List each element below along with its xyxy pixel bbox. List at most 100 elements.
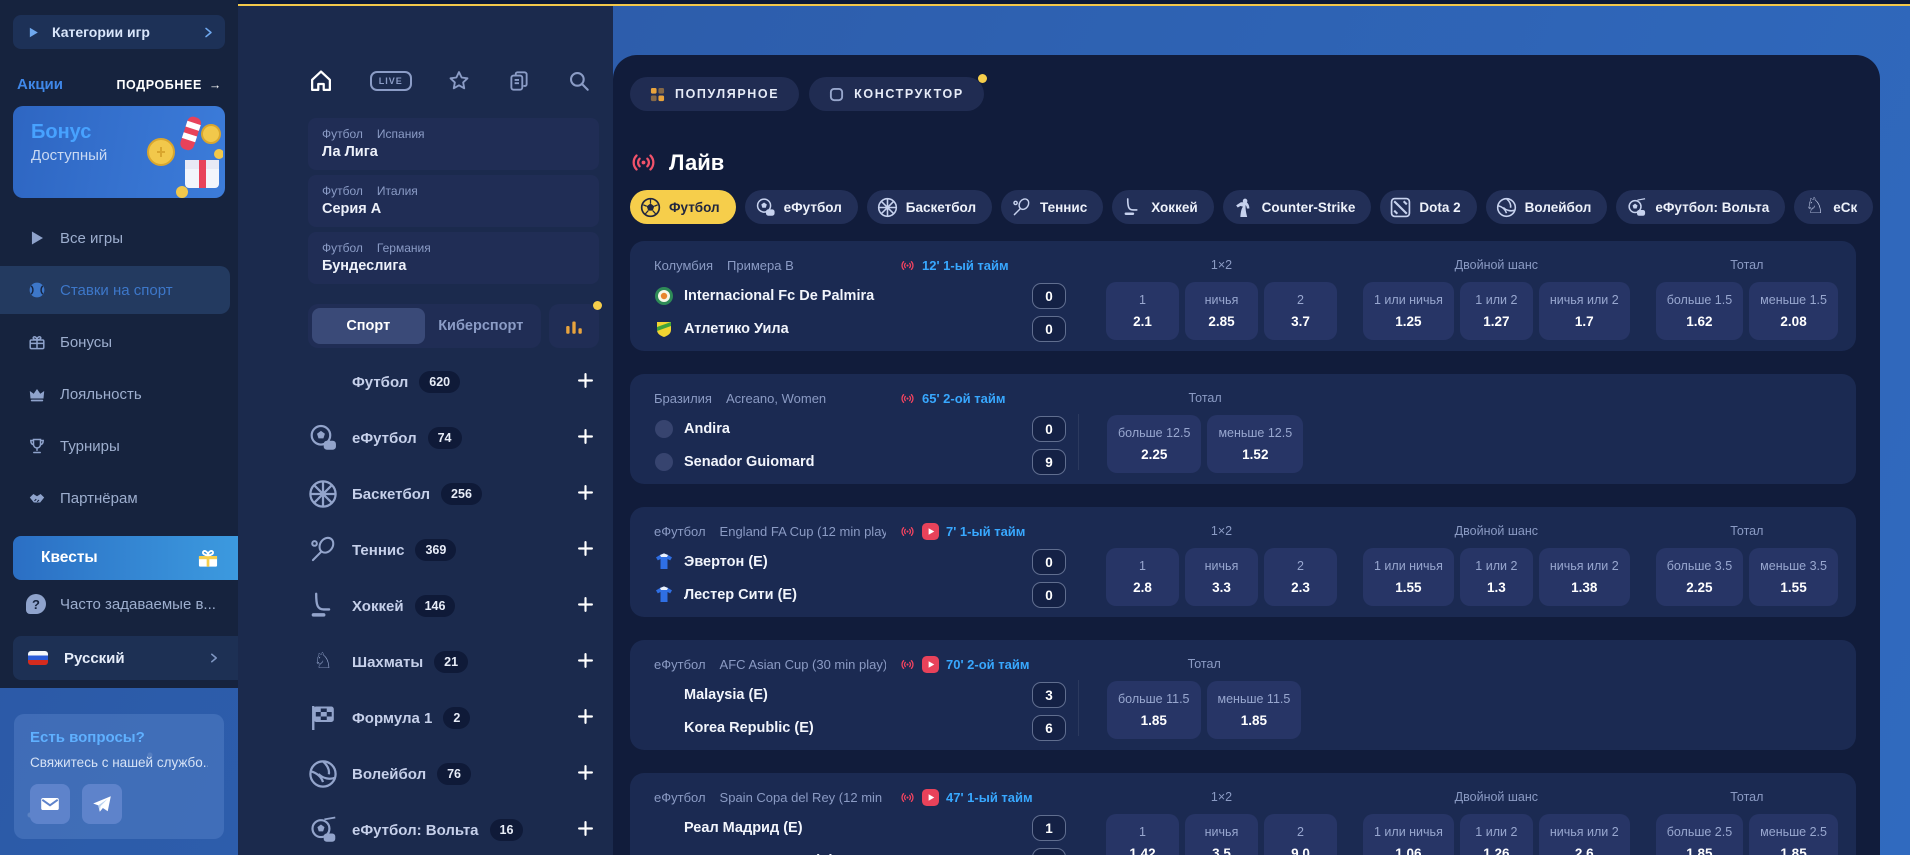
- odds-cell[interactable]: ничья или 2 2.6: [1538, 814, 1630, 855]
- promos-more-link[interactable]: ПОДРОБНЕЕ →: [116, 78, 222, 92]
- email-button[interactable]: [30, 784, 70, 824]
- team-crest-icon: [654, 419, 674, 439]
- sport-list-item[interactable]: Формула 1 2: [308, 690, 599, 746]
- match-info: еФутбол Spain Copa del Rey (12 min play)…: [654, 785, 1066, 855]
- odds-cell[interactable]: ничья или 2 1.38: [1538, 548, 1630, 606]
- odds-cell[interactable]: 1 или 2 1.3: [1459, 548, 1533, 606]
- sport-filter-pill[interactable]: Dota 2: [1380, 190, 1477, 224]
- expand-sport-button[interactable]: [578, 765, 599, 783]
- sidebar-menu-item[interactable]: Турниры: [0, 422, 230, 470]
- sidebar-menu-item[interactable]: Партнёрам: [0, 474, 230, 522]
- plus-icon: [578, 653, 593, 668]
- odds-cell[interactable]: ничья или 2 1.7: [1538, 282, 1630, 340]
- sport-filter-pill[interactable]: Counter-Strike: [1222, 190, 1372, 224]
- odds-cell[interactable]: 2 9.0: [1264, 814, 1337, 855]
- live-icon[interactable]: LIVE: [369, 71, 412, 91]
- odds-cell[interactable]: ничья 3.3: [1185, 548, 1258, 606]
- odds-cell[interactable]: меньше 12.5 1.52: [1207, 415, 1304, 473]
- bonus-banner[interactable]: Бонус Доступный: [13, 106, 225, 198]
- tab-popular[interactable]: ПОПУЛЯРНОЕ: [630, 77, 800, 111]
- quick-league-link[interactable]: Футбол Испания Ла Лига: [308, 118, 599, 170]
- odds-cell[interactable]: больше 11.5 1.85: [1107, 681, 1201, 739]
- expand-sport-button[interactable]: [578, 429, 599, 447]
- expand-sport-button[interactable]: [578, 597, 599, 615]
- sport-list-item[interactable]: Баскетбол 256: [308, 466, 599, 522]
- match-card[interactable]: еФутбол AFC Asian Cup (30 min play) 70' …: [630, 640, 1856, 750]
- sidebar-menu-item[interactable]: Лояльность: [0, 370, 230, 418]
- home-icon[interactable]: [308, 68, 334, 94]
- expand-sport-button[interactable]: [578, 653, 599, 671]
- odds-cell[interactable]: больше 2.5 1.85: [1655, 814, 1744, 855]
- odds-cell[interactable]: 1 2.1: [1106, 282, 1179, 340]
- promos-more-label: ПОДРОБНЕЕ: [116, 77, 202, 92]
- match-card[interactable]: еФутбол Spain Copa del Rey (12 min play)…: [630, 773, 1856, 855]
- coupons-icon[interactable]: [507, 69, 531, 93]
- odds-cell[interactable]: 1 или ничья 1.25: [1363, 282, 1454, 340]
- faq-link[interactable]: ? Часто задаваемые в...: [0, 580, 238, 628]
- odds-cell[interactable]: больше 12.5 2.25: [1107, 415, 1202, 473]
- tab-constructor[interactable]: КОНСТРУКТОР: [809, 74, 987, 111]
- sport-filter-pill[interactable]: еФутбол: Вольта: [1616, 190, 1786, 224]
- expand-sport-button[interactable]: [578, 373, 599, 391]
- sport-filter-pill[interactable]: Волейбол: [1485, 190, 1608, 224]
- odds-cell[interactable]: ничья 3.5: [1185, 814, 1258, 855]
- quick-league-link[interactable]: Футбол Германия Бундеслига: [308, 232, 599, 284]
- sport-filter-pill[interactable]: Футбол: [630, 190, 736, 224]
- sport-list-item[interactable]: еФутбол 74: [308, 410, 599, 466]
- match-card[interactable]: еФутбол England FA Cup (12 min play) 7' …: [630, 507, 1856, 617]
- quick-league-link[interactable]: Футбол Италия Серия А: [308, 175, 599, 227]
- stats-button[interactable]: [549, 301, 602, 348]
- promos-link[interactable]: Акции: [17, 76, 63, 93]
- sport-list-item[interactable]: Хоккей 146: [308, 578, 599, 634]
- sport-filter-pill[interactable]: Теннис: [1001, 190, 1104, 224]
- sport-list-item[interactable]: ♘ Шахматы 21: [308, 634, 599, 690]
- quick-league-links: Футбол Испания Ла Лига Футбол Италия Сер…: [308, 118, 599, 284]
- sidebar-menu-item[interactable]: Все игры: [0, 214, 230, 262]
- sidebar-menu-item[interactable]: Ставки на спорт: [0, 266, 230, 314]
- sidebar-menu-item[interactable]: Бонусы: [0, 318, 230, 366]
- market-cells: больше 1.5 1.62 меньше 1.5 2.08: [1655, 282, 1838, 340]
- sport-list-item[interactable]: Футбол 620: [308, 354, 599, 410]
- expand-sport-button[interactable]: [578, 821, 599, 839]
- odds-cell[interactable]: 1 или 2 1.26: [1459, 814, 1533, 855]
- odds-cell[interactable]: 1 2.8: [1106, 548, 1179, 606]
- odds-cell[interactable]: 1 или ничья 1.55: [1363, 548, 1454, 606]
- game-categories-button[interactable]: Категории игр: [13, 15, 225, 49]
- language-selector[interactable]: Русский: [13, 636, 238, 680]
- quick-league-meta: Футбол Германия: [322, 241, 585, 255]
- tab-sport[interactable]: Спорт: [312, 308, 425, 344]
- favorites-star-icon[interactable]: [447, 69, 471, 93]
- league-breadcrumb: Бразилия Acreano, Women: [654, 391, 886, 406]
- odds-cell[interactable]: 1 или ничья 1.06: [1363, 814, 1454, 855]
- sport-list-item[interactable]: еФутбол: Вольта 16: [308, 802, 599, 855]
- sport-filter-pill[interactable]: еФутбол: [744, 190, 858, 224]
- sport-list-item[interactable]: Волейбол 76: [308, 746, 599, 802]
- sport-filter-pill[interactable]: Хоккей: [1112, 190, 1214, 224]
- sport-list-item[interactable]: Теннис 369: [308, 522, 599, 578]
- search-icon[interactable]: [567, 69, 591, 93]
- league-breadcrumb: Колумбия Примера B: [654, 258, 886, 273]
- expand-sport-button[interactable]: [578, 541, 599, 559]
- odds-cell[interactable]: больше 1.5 1.62: [1655, 282, 1744, 340]
- odds-cell[interactable]: 2 3.7: [1264, 282, 1337, 340]
- team-score: 0: [1032, 416, 1066, 442]
- match-card[interactable]: Колумбия Примера B 12' 1-ый тайм Interna…: [630, 241, 1856, 351]
- odds-cell[interactable]: меньше 2.5 1.85: [1749, 814, 1838, 855]
- odds-cell[interactable]: 2 2.3: [1264, 548, 1337, 606]
- odds-cell[interactable]: ничья 2.85: [1185, 282, 1258, 340]
- odds-cell[interactable]: 1 1.42: [1106, 814, 1179, 855]
- odds-cell[interactable]: меньше 11.5 1.85: [1206, 681, 1302, 739]
- odds-value: 3.7: [1291, 314, 1310, 329]
- tab-esport[interactable]: Киберспорт: [425, 308, 538, 344]
- odds-cell[interactable]: меньше 1.5 2.08: [1749, 282, 1838, 340]
- expand-sport-button[interactable]: [578, 485, 599, 503]
- odds-cell[interactable]: 1 или 2 1.27: [1459, 282, 1533, 340]
- quests-banner[interactable]: Квесты: [13, 536, 238, 580]
- expand-sport-button[interactable]: [578, 709, 599, 727]
- odds-cell[interactable]: больше 3.5 2.25: [1655, 548, 1744, 606]
- sport-filter-pill[interactable]: Баскетбол: [866, 190, 993, 224]
- sport-filter-pill[interactable]: ♘ еСк: [1794, 190, 1874, 224]
- match-card[interactable]: Бразилия Acreano, Women 65' 2-ой тайм An…: [630, 374, 1856, 484]
- odds-cell[interactable]: меньше 3.5 1.55: [1749, 548, 1838, 606]
- telegram-button[interactable]: [82, 784, 122, 824]
